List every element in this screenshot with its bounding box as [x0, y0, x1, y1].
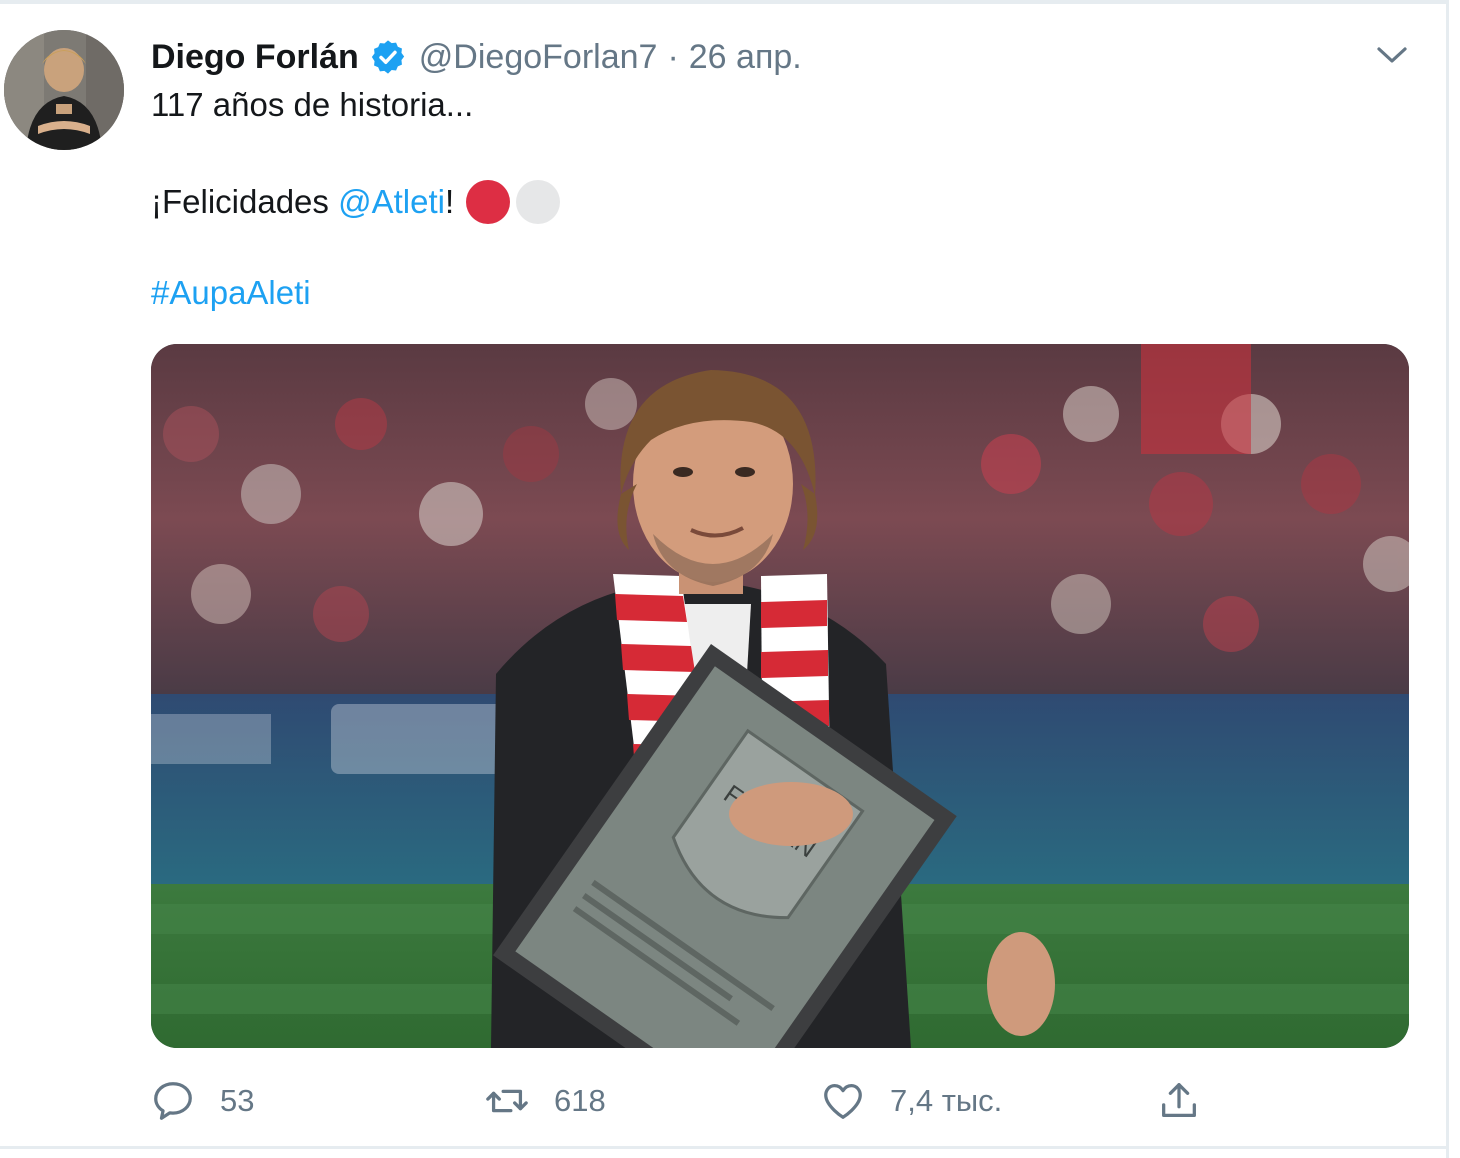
share-icon[interactable] — [1156, 1078, 1202, 1124]
like-count: 7,4 тыс. — [890, 1083, 1003, 1118]
chevron-down-icon[interactable] — [1373, 40, 1411, 70]
verified-badge-icon — [369, 38, 407, 76]
reply-action[interactable]: 53 — [150, 1076, 254, 1126]
author-name[interactable]: Diego Forlán — [151, 38, 359, 77]
tweet-text-line1: 117 años de historia... — [151, 86, 474, 123]
mention-link[interactable]: @Atleti — [338, 183, 445, 221]
reply-count: 53 — [220, 1083, 255, 1118]
tweet-date[interactable]: 26 апр. — [689, 38, 802, 77]
avatar-photo — [4, 30, 124, 150]
hashtag-link[interactable]: #AupaAleti — [151, 274, 311, 312]
share-action[interactable] — [1156, 1076, 1202, 1126]
photo-scene: FORLÁN — [151, 344, 1409, 1048]
reply-icon[interactable] — [150, 1078, 196, 1124]
red-circle-emoji-icon — [466, 180, 511, 224]
tweet-text-line2: ¡Felicidades @Atleti ! — [151, 180, 561, 224]
timeline-border — [1446, 0, 1449, 1158]
retweet-count: 618 — [554, 1083, 606, 1118]
author-avatar[interactable] — [4, 30, 124, 150]
header-separator: · — [667, 37, 679, 76]
tweet-header: Diego Forlán @DiegoForlan7 · 26 апр. — [151, 34, 802, 80]
like-action[interactable]: 7,4 тыс. — [820, 1076, 1002, 1126]
author-handle[interactable]: @DiegoForlan7 — [419, 38, 658, 77]
top-divider — [0, 0, 1448, 4]
bottom-divider — [0, 1146, 1448, 1149]
tweet-text-prefix: ¡Felicidades — [151, 183, 339, 220]
retweet-icon[interactable] — [484, 1078, 530, 1124]
tweet-media-photo[interactable]: FORLÁN — [151, 344, 1409, 1048]
tweet-text-suffix: ! — [444, 183, 455, 220]
white-circle-emoji-icon — [516, 180, 561, 224]
retweet-action[interactable]: 618 — [484, 1076, 606, 1126]
heart-icon[interactable] — [820, 1078, 866, 1124]
